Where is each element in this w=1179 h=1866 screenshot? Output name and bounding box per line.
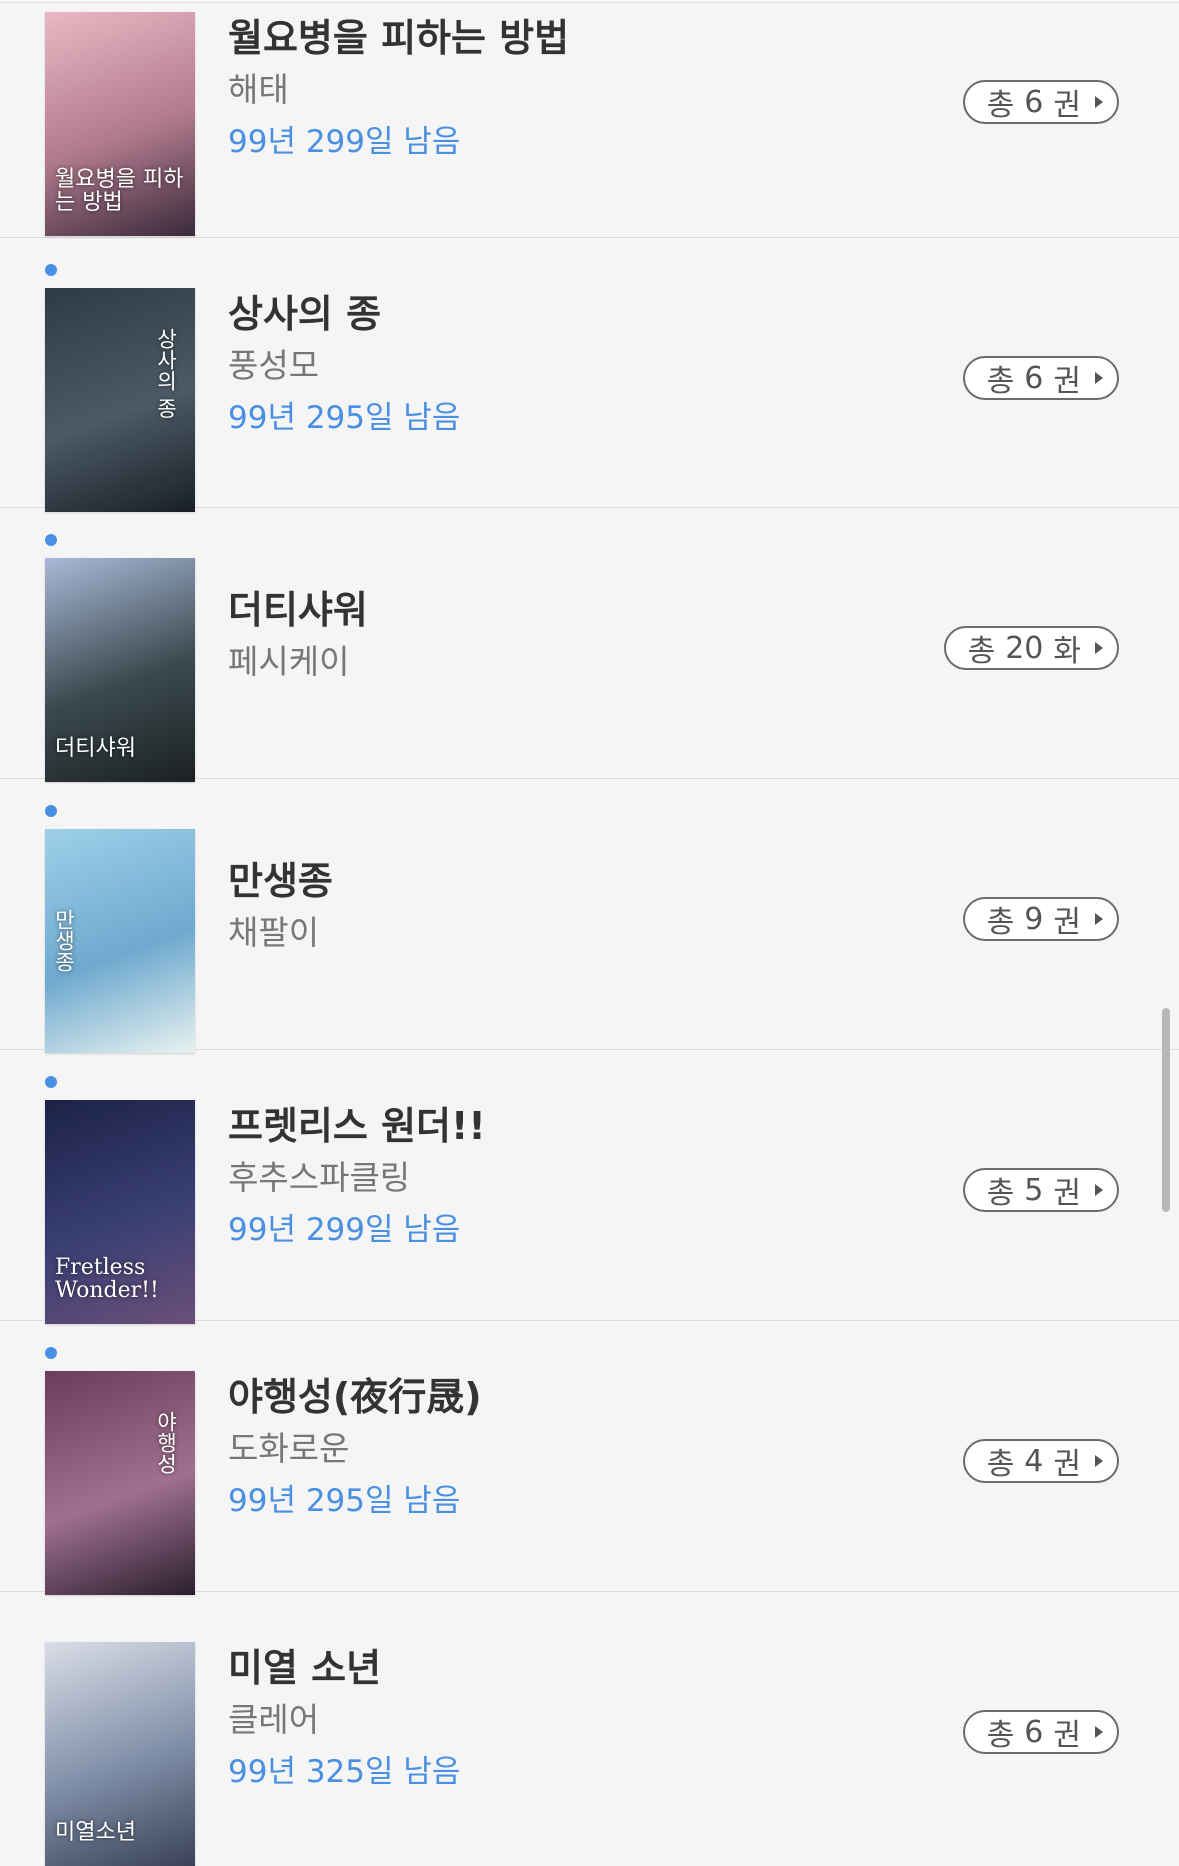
count-prefix: 총 [986, 1718, 1015, 1753]
chevron-right-icon [1095, 96, 1103, 108]
count-unit: 권 [1053, 364, 1081, 399]
count-number: 20 [1005, 630, 1044, 666]
cover-title-text: 야행성 [154, 1411, 178, 1474]
volume-count-button[interactable]: 총6권 [962, 356, 1119, 400]
chevron-right-icon [1095, 1184, 1103, 1196]
book-info: 더티샤워페시케이 [228, 584, 368, 688]
book-row[interactable]: 야행성 야행성(夜行晟) 도화로운 99년 295일 남음 총 4 권 [0, 1321, 1179, 1595]
book-info: 상사의 종풍성모 99년 295일 남음 [228, 288, 460, 444]
count-number: 6 [1024, 360, 1044, 396]
book-title[interactable]: 월요병을 피하는 방법 [228, 12, 569, 64]
count-unit: 권 [1053, 905, 1081, 940]
count-unit: 권 [1053, 88, 1081, 123]
book-title[interactable]: 프렛리스 원더!! [228, 1100, 486, 1152]
book-author: 풍성모 [228, 346, 320, 385]
book-row[interactable]: 월요병을 피하는 방법 월요병을 피하는 방법 해태 99년 299일 남음 총 6 권 [0, 0, 1179, 238]
chevron-right-icon [1095, 1455, 1103, 1467]
book-cover[interactable]: 더티샤워 [45, 558, 195, 782]
book-cover[interactable]: 야행성 [45, 1371, 195, 1595]
volume-count-button[interactable]: 총 20 화 [943, 626, 1119, 670]
cover-title-text: 더티샤워 [55, 735, 136, 761]
book-row[interactable]: 만생종 만생종 채팔이 총 9 권 [0, 779, 1179, 1053]
chevron-right-icon [1095, 642, 1103, 654]
cover-title-text: 월요병을 피하는 방법 [55, 166, 184, 215]
count-prefix: 총 [986, 1176, 1015, 1211]
cover-title-text: 만생종 [52, 909, 77, 972]
cover-title-text: 미열소년 [55, 1819, 136, 1845]
rental-remaining-text: 99년 299일 남음 [228, 124, 461, 160]
count-number: 6 [1024, 1714, 1044, 1750]
volume-count-button[interactable]: 총6권 [962, 80, 1119, 124]
book-author: 도화로운 [228, 1429, 350, 1468]
count-prefix: 총 [986, 88, 1015, 123]
cover-title-text: Fretless Wonder!! [55, 1254, 159, 1303]
book-author: 채팔이 [228, 913, 320, 952]
book-info: 월요병을 피하는 방법해태 99년 299일 남음 [228, 12, 569, 168]
rental-remaining-text: 99년 295일 남음 [228, 400, 461, 436]
rental-remaining-text: 99년 299일 남음 [228, 1212, 461, 1248]
count-unit: 권 [1053, 1447, 1081, 1482]
book-row[interactable]: 미열소년 미열 소년클레어 99년 325일 남음 총 6 권 [0, 1592, 1179, 1866]
volume-count-button[interactable]: 총5권 [962, 1168, 1119, 1212]
book-cover[interactable]: 상사의 종 [45, 288, 195, 512]
count-unit: 화 [1053, 634, 1081, 669]
new-indicator-dot [45, 1347, 57, 1359]
chevron-right-icon [1095, 372, 1103, 384]
count-number: 6 [1024, 84, 1044, 120]
count-number: 9 [1024, 901, 1044, 937]
book-cover[interactable]: 미열소년 [45, 1642, 195, 1866]
book-title[interactable]: 만생종 [228, 855, 333, 907]
new-indicator-dot [45, 264, 57, 276]
scrollbar[interactable] [1162, 1008, 1170, 1212]
count-prefix: 총 [986, 364, 1015, 399]
book-title[interactable]: 상사의 종 [228, 288, 460, 340]
cover-title-text: 상사의 종 [154, 328, 178, 419]
book-cover[interactable]: Fretless Wonder!! [45, 1100, 195, 1324]
volume-count-button[interactable]: 총6권 [962, 1710, 1119, 1754]
new-indicator-dot [45, 805, 57, 817]
book-author: 클레어 [228, 1700, 320, 1739]
book-author: 해태 [228, 70, 289, 109]
book-info: 미열 소년클레어 99년 325일 남음 [228, 1642, 460, 1798]
book-author: 후추스파클링 [228, 1158, 411, 1197]
count-number: 5 [1024, 1172, 1044, 1208]
count-prefix: 총 [986, 1447, 1015, 1482]
count-unit: 권 [1053, 1176, 1081, 1211]
count-prefix: 총 [967, 634, 996, 669]
book-title[interactable]: 야행성(夜行晟) [228, 1371, 482, 1423]
book-row[interactable]: 더티샤워 더티샤워 페시케이 총 20 화 [0, 508, 1179, 782]
new-indicator-dot [45, 1076, 57, 1088]
chevron-right-icon [1095, 913, 1103, 925]
rental-remaining-text: 99년 295일 남음 [228, 1483, 461, 1519]
book-row[interactable]: 상사의 종 상사의 종 풍성모 99년 295일 남음 총 6 권 [0, 238, 1179, 512]
count-unit: 권 [1053, 1718, 1081, 1753]
new-indicator-dot [45, 534, 57, 546]
book-author: 페시케이 [228, 642, 350, 681]
book-info: 프렛리스 원더!! 후추스파클링 99년 299일 남음 [228, 1100, 486, 1256]
volume-count-button[interactable]: 총4권 [962, 1439, 1119, 1483]
rental-remaining-text: 99년 325일 남음 [228, 1754, 461, 1790]
book-title[interactable]: 미열 소년 [228, 1642, 460, 1694]
count-prefix: 총 [986, 905, 1015, 940]
count-number: 4 [1024, 1443, 1044, 1479]
volume-count-button[interactable]: 총9권 [962, 897, 1119, 941]
book-info: 야행성(夜行晟) 도화로운 99년 295일 남음 [228, 1371, 482, 1527]
book-title[interactable]: 더티샤워 [228, 584, 368, 636]
book-cover[interactable]: 월요병을 피하는 방법 [45, 12, 195, 236]
chevron-right-icon [1095, 1726, 1103, 1738]
book-row[interactable]: Fretless Wonder!! 프렛리스 원더!! 후추스파클링 99년 299일… [0, 1050, 1179, 1324]
book-info: 만생종채팔이 [228, 855, 333, 959]
book-cover[interactable]: 만생종 [45, 829, 195, 1053]
